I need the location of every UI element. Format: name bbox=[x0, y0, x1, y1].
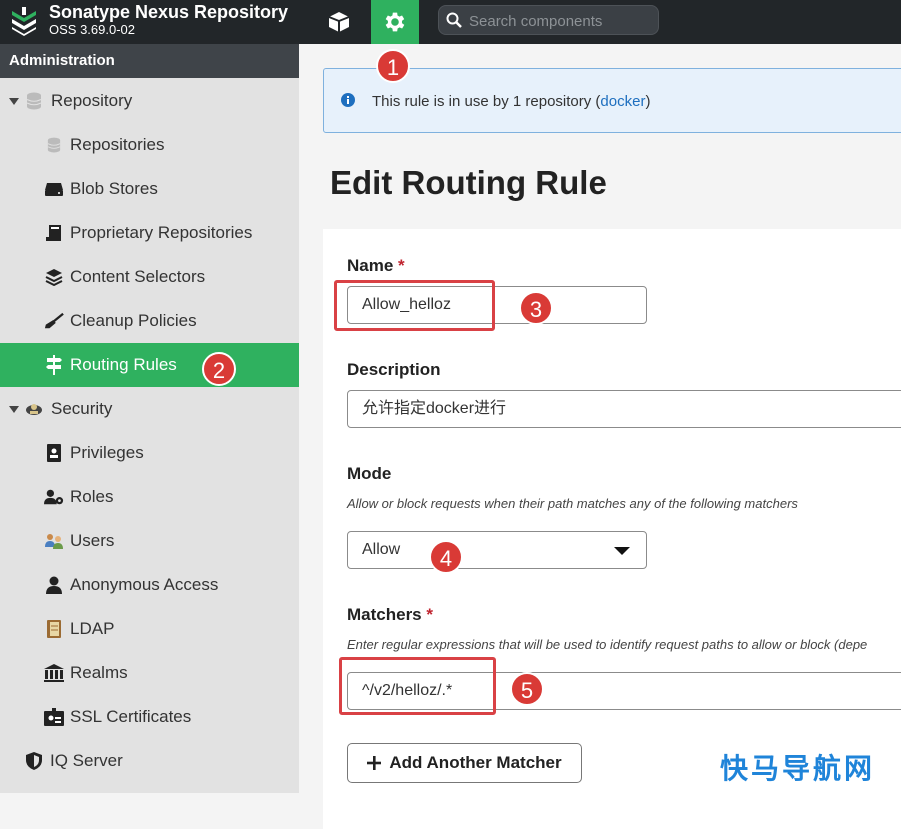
banner-text: This rule is in use by 1 repository (doc… bbox=[372, 93, 650, 110]
sidebar-item-label: Roles bbox=[70, 487, 114, 506]
app-title: Sonatype Nexus Repository bbox=[49, 2, 289, 22]
sidebar-item-label: Realms bbox=[70, 663, 128, 682]
matchers-label: Matchers * bbox=[347, 605, 433, 625]
sidebar-item-label: Blob Stores bbox=[70, 179, 158, 198]
sidebar-item-blob-stores[interactable]: Blob Stores bbox=[0, 167, 299, 211]
top-bar: Sonatype Nexus Repository OSS 3.69.0-02 bbox=[0, 0, 901, 44]
app-version: OSS 3.69.0-02 bbox=[49, 22, 135, 37]
browse-button[interactable] bbox=[315, 0, 363, 44]
sidebar-item-label: Repository bbox=[51, 91, 133, 110]
hdd-icon bbox=[44, 179, 64, 199]
admin-sidebar: Administration Repository Repositories B… bbox=[0, 44, 299, 793]
banner-text-prefix: This rule is in use by 1 repository ( bbox=[372, 93, 601, 110]
caret-down-icon[interactable] bbox=[9, 97, 19, 105]
sidebar-item-label: Cleanup Policies bbox=[70, 311, 197, 330]
certificate-icon bbox=[44, 707, 64, 727]
sidebar-item-privileges[interactable]: Privileges bbox=[0, 431, 299, 475]
sidebar-item-anonymous-access[interactable]: Anonymous Access bbox=[0, 563, 299, 607]
database-icon bbox=[44, 135, 64, 155]
cube-icon bbox=[328, 12, 350, 32]
sidebar-item-label: Content Selectors bbox=[70, 267, 206, 286]
matchers-label-text: Matchers bbox=[347, 605, 422, 624]
signpost-icon bbox=[44, 355, 64, 375]
info-icon bbox=[341, 93, 355, 107]
sidebar-item-content-selectors[interactable]: Content Selectors bbox=[0, 255, 299, 299]
search-input[interactable] bbox=[467, 9, 656, 33]
sidebar-item-security[interactable]: Security bbox=[0, 387, 299, 431]
search-icon bbox=[446, 12, 462, 28]
sidebar-item-repositories[interactable]: Repositories bbox=[0, 123, 299, 167]
mode-select[interactable]: Allow bbox=[347, 531, 647, 569]
sidebar-item-label: Proprietary Repositories bbox=[70, 223, 253, 242]
required-mark: * bbox=[426, 605, 433, 624]
highlight-matcher-field bbox=[339, 657, 496, 715]
users-icon bbox=[44, 531, 64, 551]
sidebar-item-label: LDAP bbox=[70, 619, 115, 638]
sidebar-item-label: Privileges bbox=[70, 443, 144, 462]
sidebar-section-title: Administration bbox=[0, 44, 299, 78]
annotation-badge-1: 1 bbox=[376, 49, 410, 83]
info-banner: This rule is in use by 1 repository (doc… bbox=[323, 68, 901, 133]
name-label-text: Name bbox=[347, 256, 394, 275]
sonatype-logo-icon bbox=[12, 7, 36, 36]
add-another-matcher-button[interactable]: Add Another Matcher bbox=[347, 743, 582, 783]
sidebar-item-repository[interactable]: Repository bbox=[0, 79, 299, 123]
add-another-matcher-label: Add Another Matcher bbox=[389, 753, 562, 772]
sidebar-item-label: Repositories bbox=[70, 135, 165, 154]
mode-help-text: Allow or block requests when their path … bbox=[347, 496, 798, 511]
sidebar-item-realms[interactable]: Realms bbox=[0, 651, 299, 695]
banner-text-suffix: ) bbox=[645, 93, 651, 110]
sidebar-item-roles[interactable]: Roles bbox=[0, 475, 299, 519]
sidebar-item-ssl-certificates[interactable]: SSL Certificates bbox=[0, 695, 299, 739]
search-box[interactable] bbox=[438, 5, 659, 35]
mode-label: Mode bbox=[347, 464, 392, 483]
description-label: Description bbox=[347, 360, 441, 379]
page-title: Edit Routing Rule bbox=[330, 164, 607, 201]
watermark: 快马导航网 bbox=[719, 753, 875, 784]
sidebar-item-cleanup-policies[interactable]: Cleanup Policies bbox=[0, 299, 299, 343]
database-icon bbox=[24, 91, 44, 111]
id-badge-icon bbox=[44, 443, 64, 463]
layers-icon bbox=[44, 267, 64, 287]
user-gear-icon bbox=[44, 487, 64, 507]
gear-icon bbox=[385, 12, 405, 32]
annotation-badge-4: 4 bbox=[429, 540, 463, 574]
plus-icon bbox=[367, 756, 382, 770]
sidebar-item-iq-server[interactable]: IQ Server bbox=[0, 739, 299, 783]
sidebar-item-label: Routing Rules bbox=[70, 355, 177, 374]
sidebar-item-ldap[interactable]: LDAP bbox=[0, 607, 299, 651]
address-book-icon bbox=[44, 619, 64, 639]
sidebar-item-proprietary-repositories[interactable]: Proprietary Repositories bbox=[0, 211, 299, 255]
shield-icon bbox=[24, 751, 44, 771]
caret-down-icon[interactable] bbox=[9, 405, 19, 413]
security-icon bbox=[24, 399, 44, 419]
sidebar-item-routing-rules[interactable]: Routing Rules bbox=[0, 343, 299, 387]
sidebar-item-label: IQ Server bbox=[50, 751, 123, 770]
broom-icon bbox=[44, 311, 64, 331]
book-icon bbox=[44, 223, 64, 243]
sidebar-item-label: Security bbox=[51, 399, 113, 418]
sidebar-item-label: SSL Certificates bbox=[70, 707, 192, 726]
annotation-badge-3: 3 bbox=[519, 291, 553, 325]
user-icon bbox=[44, 575, 64, 595]
mode-selected-value: Allow bbox=[362, 541, 401, 558]
annotation-badge-5: 5 bbox=[510, 672, 544, 706]
annotation-badge-2: 2 bbox=[202, 352, 236, 386]
highlight-name-field bbox=[334, 280, 495, 331]
sidebar-item-label: Anonymous Access bbox=[70, 575, 219, 594]
building-icon bbox=[44, 663, 64, 683]
matchers-help-text: Enter regular expressions that will be u… bbox=[347, 637, 868, 652]
description-field[interactable]: 允许指定docker进行 bbox=[347, 390, 901, 428]
sidebar-item-users[interactable]: Users bbox=[0, 519, 299, 563]
dropdown-arrow-icon[interactable] bbox=[614, 547, 630, 555]
required-mark: * bbox=[398, 256, 405, 275]
docker-repository-link[interactable]: docker bbox=[600, 93, 645, 110]
administration-button[interactable] bbox=[371, 0, 419, 44]
sidebar-item-label: Users bbox=[70, 531, 115, 550]
name-label: Name * bbox=[347, 256, 405, 276]
